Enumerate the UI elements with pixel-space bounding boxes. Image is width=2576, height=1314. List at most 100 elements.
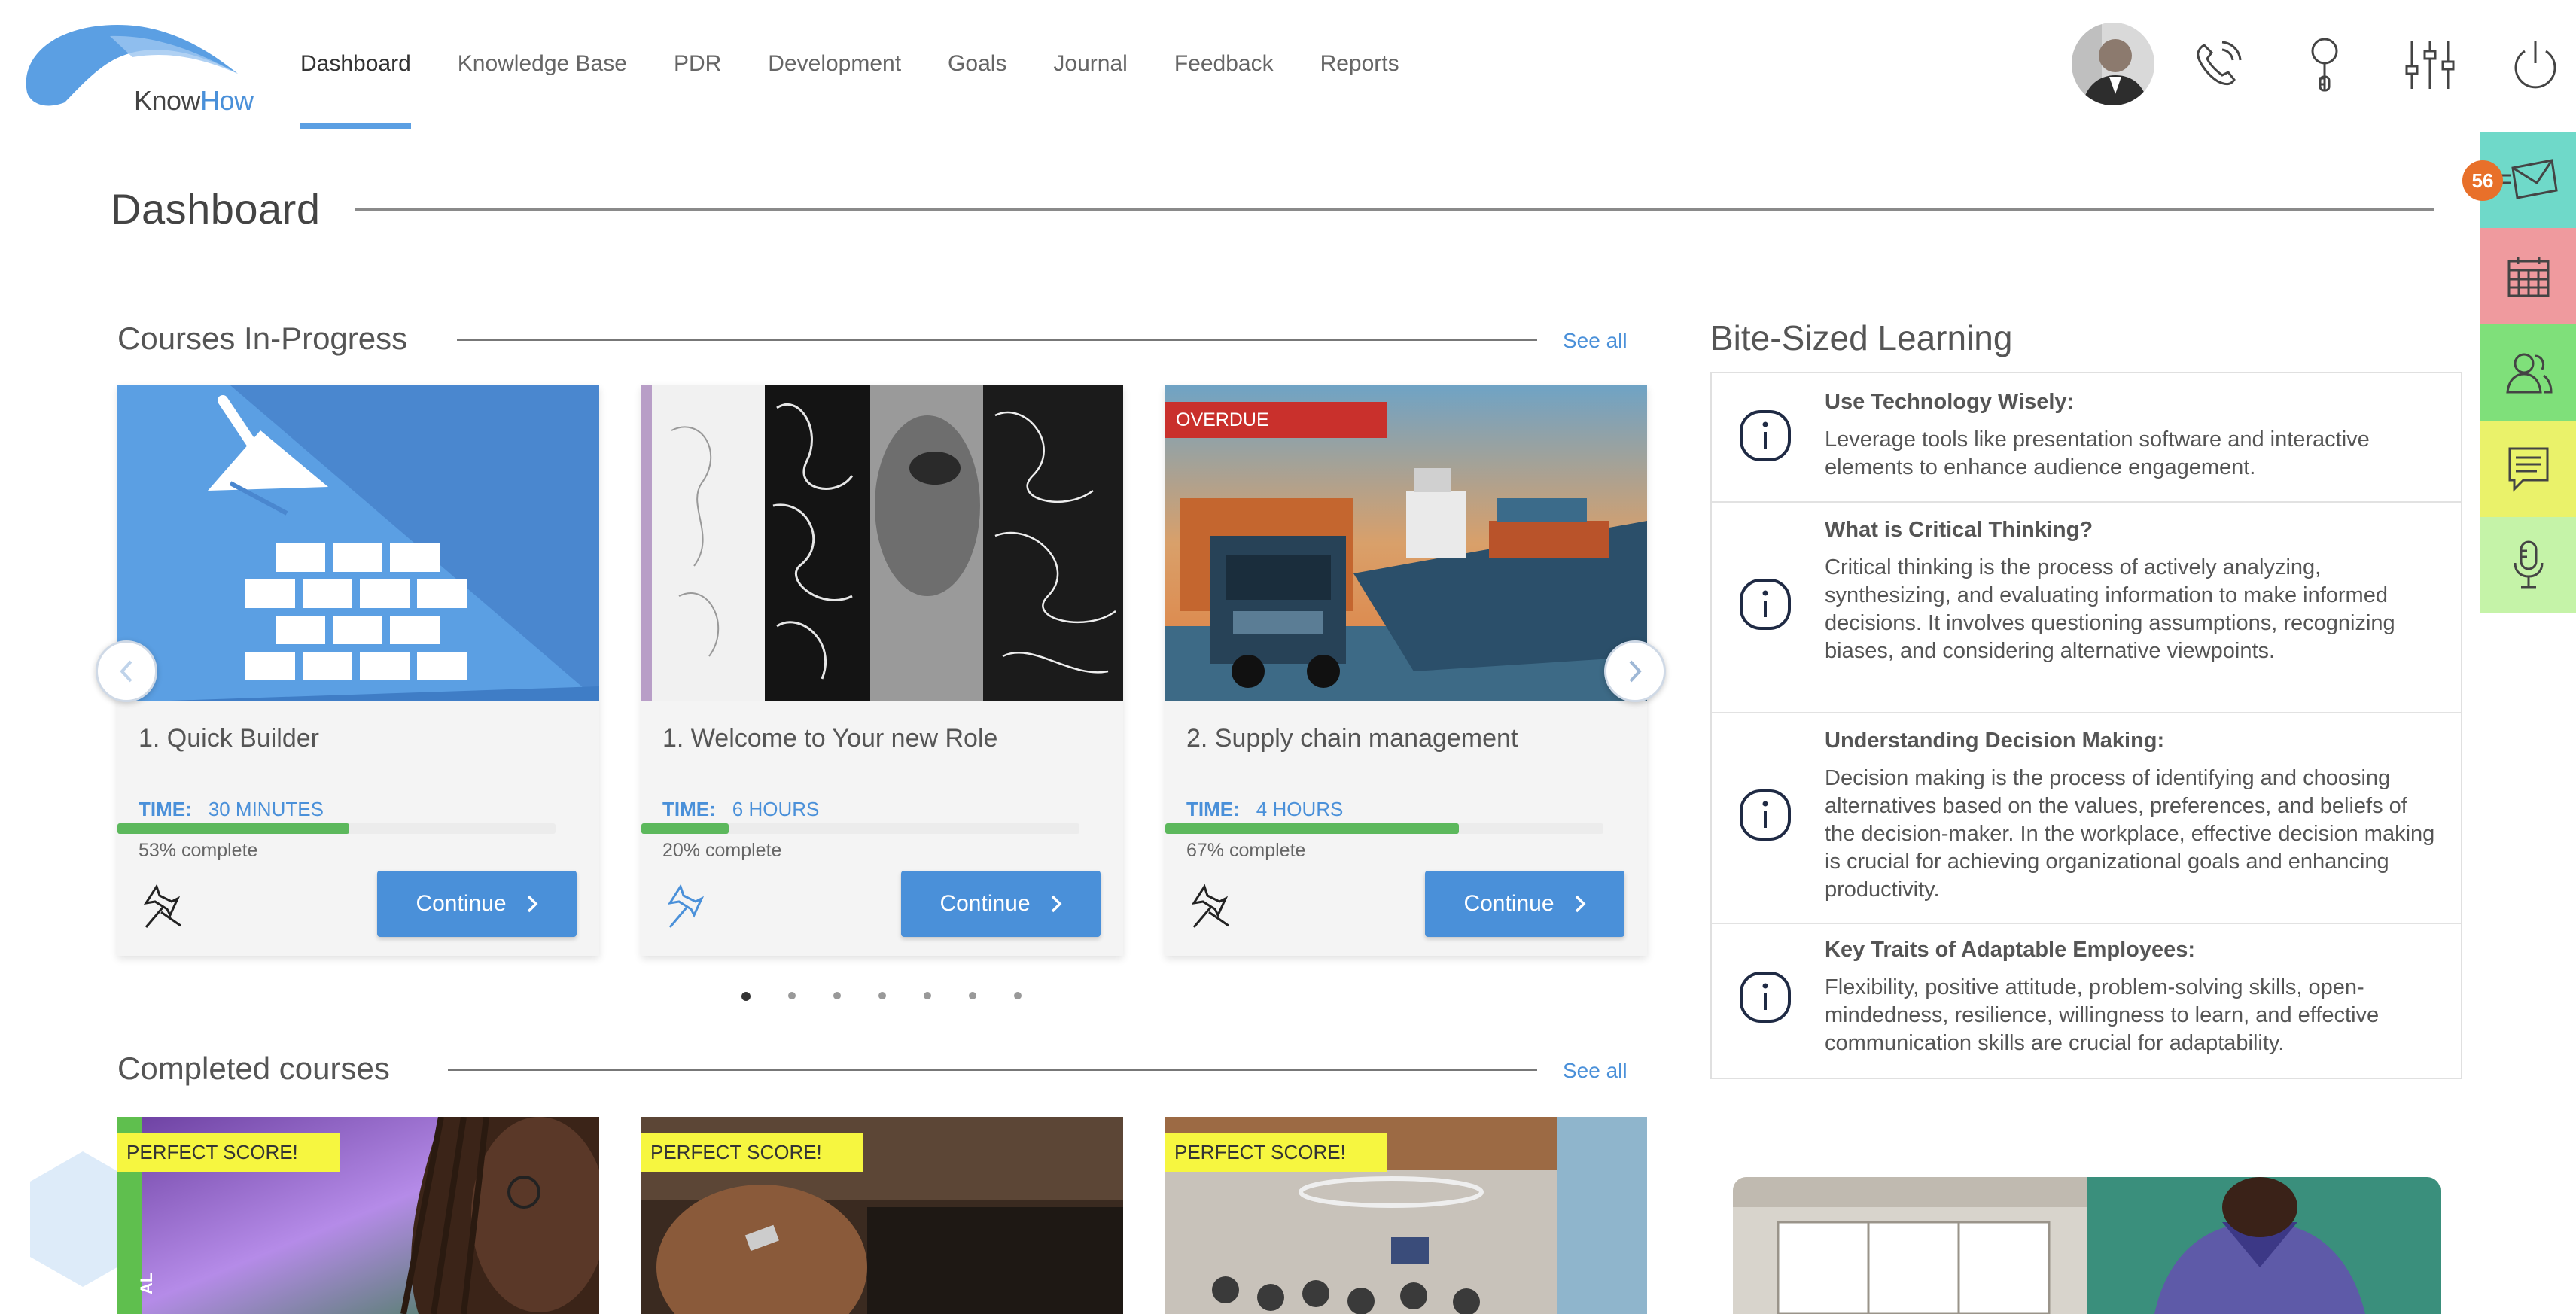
knowhow-logo[interactable]: KnowHow [20,21,254,116]
percent-complete: 53% complete [139,840,258,861]
nav-knowledge-base[interactable]: Knowledge Base [458,51,627,131]
microphone-icon [2514,540,2543,589]
main-nav: Dashboard Knowledge Base PDR Development… [300,51,1446,131]
carousel-prev-button[interactable] [96,640,157,702]
unread-badge: 56 [2462,160,2503,201]
in-progress-heading: Courses In-Progress [117,321,408,356]
in-progress-see-all-link[interactable]: See all [1563,329,1628,353]
bite-sized-heading: Bite-Sized Learning [1710,318,2013,357]
completed-see-all-link[interactable]: See all [1563,1059,1628,1083]
chevron-right-icon [1575,895,1586,913]
nav-goals[interactable]: Goals [948,51,1006,131]
course-card[interactable]: OVERDUE 2. Supply chain management TIME:… [1165,385,1647,956]
nav-reports[interactable]: Reports [1320,51,1399,131]
nav-development[interactable]: Development [768,51,901,131]
bite-body: Decision making is the process of identi… [1825,766,2435,902]
completed-heading: Completed courses [117,1051,390,1086]
carousel-dot[interactable] [833,992,841,999]
carousel-dot[interactable] [878,992,886,999]
rail-notes[interactable] [2480,421,2576,517]
nav-pdr[interactable]: PDR [674,51,721,131]
progress-bar [117,823,556,834]
chevron-right-icon [1051,895,1062,913]
bite-heading: Key Traits of Adaptable Employees: [1825,938,2196,962]
time-label: TIME: [662,798,716,820]
pin-icon-active[interactable] [662,882,711,930]
carousel-next-button[interactable] [1604,640,1666,702]
user-avatar[interactable] [2072,23,2154,105]
phone-icon[interactable] [2189,36,2246,93]
in-progress-divider [457,339,1537,341]
completed-course-card[interactable]: PERFECT SCORE! [641,1117,1123,1314]
time-value: 6 HOURS [732,798,820,820]
carousel-dot[interactable] [788,992,796,999]
carousel-pagination [741,992,1022,1001]
pin-icon[interactable] [1186,882,1235,930]
progress-fill [641,823,729,834]
continue-button[interactable]: Continue [377,871,577,937]
bite-item[interactable]: Key Traits of Adaptable Employees: Flexi… [1712,924,2461,1078]
rail-microphone[interactable] [2480,517,2576,613]
bite-body: Flexibility, positive attitude, problem-… [1825,975,2380,1055]
course-time: TIME: 4 HOURS [1186,798,1343,821]
bite-heading: Use Technology Wisely: [1825,390,2075,414]
bite-body: Critical thinking is the process of acti… [1825,555,2395,663]
chevron-right-icon [527,895,538,913]
sliders-icon[interactable] [2401,36,2459,93]
chevron-right-icon [1629,660,1642,683]
course-card[interactable]: 1. Quick Builder TIME: 30 MINUTES 53% com… [117,385,599,956]
completed-course-card[interactable]: PERFECT SCORE! [1165,1117,1647,1314]
continue-label: Continue [1463,891,1554,916]
nav-dashboard[interactable]: Dashboard [300,51,411,131]
course-thumbnail [641,385,1123,701]
perfect-score-badge: PERFECT SCORE! [641,1133,863,1172]
percent-complete: 67% complete [1186,840,1306,861]
completed-divider [448,1069,1537,1071]
progress-fill [117,823,350,834]
bite-item[interactable]: Use Technology Wisely: Leverage tools li… [1712,373,2461,503]
carousel-dot[interactable] [1014,992,1022,999]
info-icon [1740,789,1791,841]
overdue-badge: OVERDUE [1165,402,1387,438]
course-thumbnail: OVERDUE [1165,385,1647,701]
carousel-dot[interactable] [969,992,976,999]
logo-know-text: Know [134,85,201,116]
perfect-score-badge: PERFECT SCORE! [117,1133,340,1172]
continue-button[interactable]: Continue [901,871,1101,937]
key-icon[interactable] [2296,36,2353,93]
bite-item[interactable]: Understanding Decision Making: Decision … [1712,713,2461,924]
continue-label: Continue [416,891,507,916]
percent-complete: 20% complete [662,840,782,861]
card-side-text: AL [137,1272,156,1294]
progress-bar [641,823,1079,834]
bite-heading: What is Critical Thinking? [1825,518,2093,542]
completed-course-card[interactable]: PERFECT SCORE! AL [117,1117,599,1314]
pin-icon[interactable] [139,882,187,930]
logo-how-text: How [200,85,254,116]
top-header: KnowHow Dashboard Knowledge Base PDR Dev… [0,0,2576,132]
rail-calendar[interactable] [2480,228,2576,324]
continue-button[interactable]: Continue [1425,871,1624,937]
nav-feedback[interactable]: Feedback [1174,51,1274,131]
course-title: 2. Supply chain management [1186,724,1518,753]
carousel-dot[interactable] [741,992,751,1001]
course-time: TIME: 6 HOURS [662,798,819,821]
bite-item[interactable]: What is Critical Thinking? Critical thin… [1712,503,2461,713]
time-value: 30 MINUTES [208,798,324,820]
time-value: 4 HOURS [1256,798,1344,820]
page-title: Dashboard [111,185,321,233]
info-icon [1740,579,1791,630]
rail-contacts[interactable] [2480,324,2576,421]
perfect-score-badge: PERFECT SCORE! [1165,1133,1387,1172]
title-divider [355,208,2434,211]
nav-journal[interactable]: Journal [1053,51,1127,131]
power-icon[interactable] [2507,36,2564,93]
continue-label: Continue [939,891,1031,916]
chevron-left-icon [120,660,132,683]
rail-mail[interactable]: 56 [2462,132,2576,228]
course-card[interactable]: 1. Welcome to Your new Role TIME: 6 HOURS… [641,385,1123,956]
carousel-dot[interactable] [924,992,931,999]
featured-image[interactable] [1733,1177,2441,1314]
envelope-icon [2500,159,2558,199]
info-icon [1740,410,1791,461]
